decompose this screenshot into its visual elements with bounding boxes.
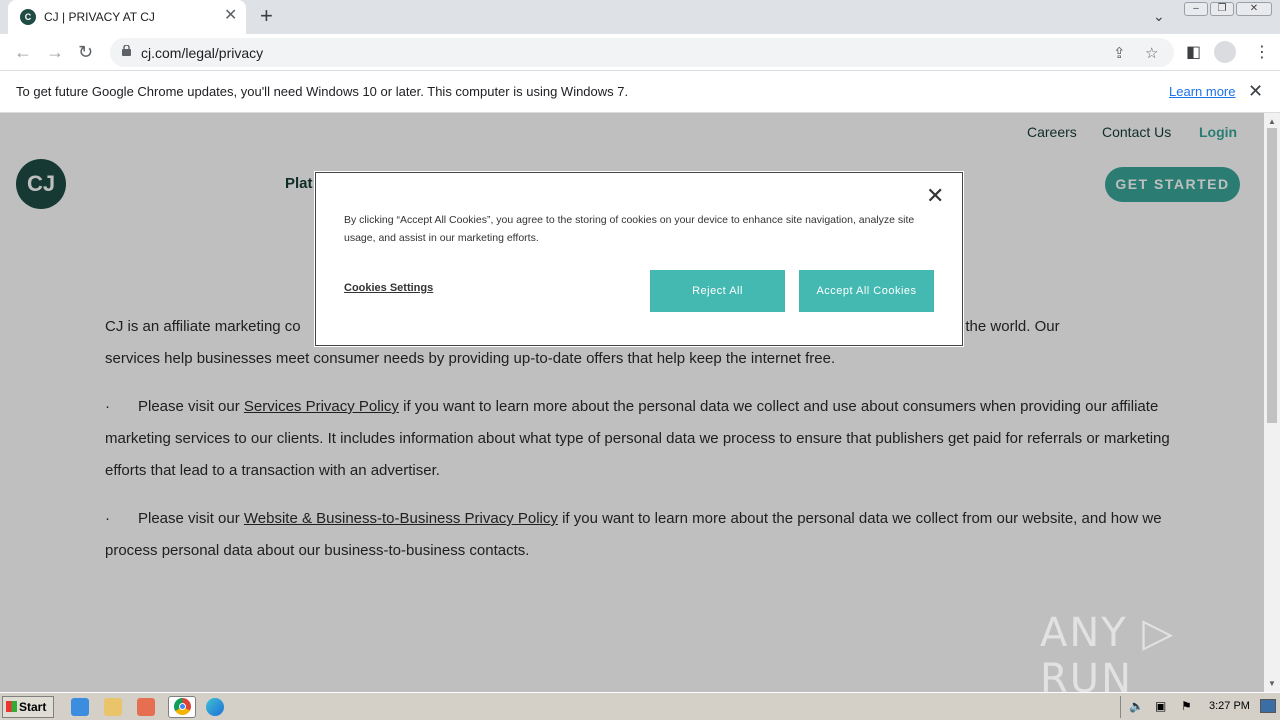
forward-icon[interactable]: →	[46, 42, 64, 62]
side-panel-icon[interactable]: ◧	[1186, 42, 1201, 62]
chrome-taskbar-button[interactable]	[168, 696, 196, 718]
bookmark-star-icon[interactable]: ☆	[1145, 44, 1158, 62]
show-desktop-icon[interactable]	[1260, 699, 1276, 713]
volume-icon[interactable]: 🔈	[1129, 699, 1144, 713]
system-tray: 🔈 ▣ ⚑	[1120, 696, 1280, 718]
action-center-flag-icon[interactable]: ⚑	[1181, 699, 1192, 713]
info-bar-text: To get future Google Chrome updates, you…	[16, 84, 629, 99]
edge-icon[interactable]	[206, 698, 224, 716]
browser-tab[interactable]: C CJ | PRIVACY AT CJ ✕	[8, 0, 246, 34]
taskbar-clock[interactable]: 3:27 PM	[1209, 700, 1250, 712]
accept-all-cookies-button[interactable]: Accept All Cookies	[799, 270, 934, 312]
start-button[interactable]: Start	[2, 696, 54, 718]
cookie-consent-text: By clicking “Accept All Cookies”, you ag…	[344, 214, 915, 244]
page-scrollbar[interactable]: ▲ ▼	[1264, 113, 1280, 692]
tab-close-icon[interactable]: ✕	[224, 8, 237, 24]
network-icon[interactable]: ▣	[1155, 699, 1166, 713]
address-bar[interactable]: cj.com/legal/privacy ⇪ ☆	[110, 38, 1174, 67]
windows-taskbar: Start 🔈 ▣ ⚑ 3:27 PM	[0, 692, 1280, 720]
media-player-icon[interactable]	[137, 698, 155, 716]
reject-all-button[interactable]: Reject All	[650, 270, 785, 312]
tab-title: CJ | PRIVACY AT CJ	[44, 10, 155, 24]
cookie-close-icon[interactable]: ✕	[926, 183, 944, 209]
share-icon[interactable]: ⇪	[1113, 44, 1126, 62]
info-bar-close-icon[interactable]: ✕	[1248, 81, 1263, 102]
profile-avatar-icon[interactable]	[1214, 41, 1236, 63]
file-explorer-icon[interactable]	[104, 698, 122, 716]
tab-search-icon[interactable]: ⌄	[1153, 8, 1165, 25]
browser-toolbar: ← → ↻ cj.com/legal/privacy ⇪ ☆ ◧ ⋮	[0, 34, 1280, 71]
new-tab-button[interactable]: +	[260, 5, 273, 27]
close-window-button[interactable]: ✕	[1236, 2, 1272, 16]
cookie-consent-dialog: ✕ By clicking “Accept All Cookies”, you …	[315, 172, 963, 346]
reload-icon[interactable]: ↻	[78, 42, 93, 62]
learn-more-link[interactable]: Learn more	[1169, 84, 1235, 99]
minimize-button[interactable]: –	[1184, 2, 1208, 16]
menu-kebab-icon[interactable]: ⋮	[1254, 42, 1270, 62]
cookies-settings-link[interactable]: Cookies Settings	[344, 282, 433, 294]
windows-logo-icon	[6, 701, 17, 712]
start-label: Start	[19, 700, 47, 714]
anyrun-watermark: ANY ▷ RUN	[1040, 610, 1176, 692]
back-icon[interactable]: ←	[14, 42, 32, 62]
scroll-thumb[interactable]	[1267, 128, 1277, 423]
cj-favicon-icon: C	[20, 9, 36, 25]
lock-icon	[122, 45, 131, 56]
update-info-bar: To get future Google Chrome updates, you…	[0, 71, 1280, 113]
restore-button[interactable]: ❐	[1210, 2, 1234, 16]
url-text: cj.com/legal/privacy	[141, 45, 264, 61]
scroll-up-icon[interactable]: ▲	[1268, 117, 1276, 126]
tab-strip: C CJ | PRIVACY AT CJ ✕ + ⌄ – ❐ ✕	[0, 0, 1280, 34]
scroll-down-icon[interactable]: ▼	[1268, 679, 1276, 688]
internet-explorer-icon[interactable]	[71, 698, 89, 716]
